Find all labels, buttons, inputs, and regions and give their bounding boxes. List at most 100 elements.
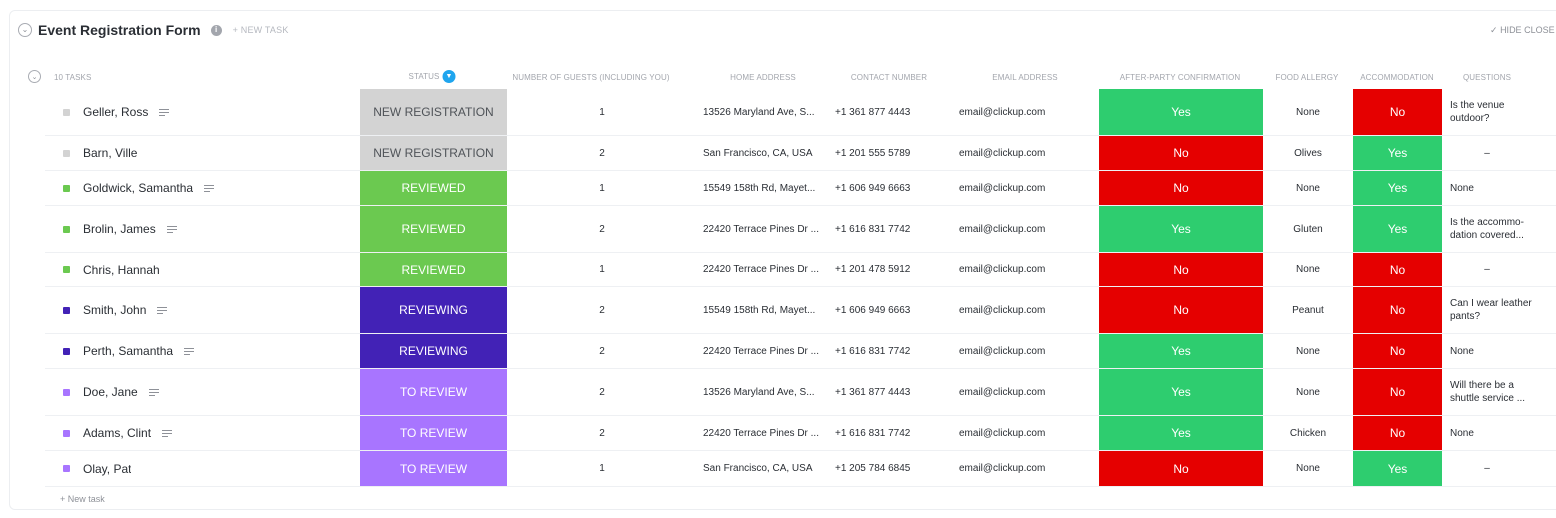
column-header-accommodation[interactable]: ACCOMMODATION xyxy=(1360,73,1434,82)
task-name[interactable]: Doe, Jane xyxy=(83,369,138,415)
task-name-cell[interactable]: Brolin, James xyxy=(45,206,345,252)
email-cell[interactable]: email@clickup.com xyxy=(959,451,1079,486)
address-cell[interactable]: 13526 Maryland Ave, S... xyxy=(703,369,821,415)
description-icon[interactable] xyxy=(159,109,170,116)
status-square-icon[interactable] xyxy=(63,306,70,314)
task-name-cell[interactable]: Goldwick, Samantha xyxy=(45,171,345,205)
table-row[interactable]: Chris, Hannah REVIEWED 1 22420 Terrace Pine… xyxy=(45,253,1556,287)
afterparty-cell[interactable]: Yes xyxy=(1099,369,1263,415)
address-cell[interactable]: 15549 158th Rd, Mayet... xyxy=(703,287,821,333)
address-cell[interactable]: 22420 Terrace Pines Dr ... xyxy=(703,416,821,450)
status-square-icon[interactable] xyxy=(63,429,70,437)
allergy-cell[interactable]: Peanut xyxy=(1263,287,1353,333)
afterparty-cell[interactable]: Yes xyxy=(1099,206,1263,252)
task-name[interactable]: Adams, Clint xyxy=(83,416,151,450)
email-cell[interactable]: email@clickup.com xyxy=(959,334,1079,368)
accommodation-cell[interactable]: Yes xyxy=(1353,206,1442,252)
afterparty-cell[interactable]: Yes xyxy=(1099,416,1263,450)
questions-cell[interactable]: Can I wear leather pants? xyxy=(1450,287,1540,333)
allergy-cell[interactable]: None xyxy=(1263,369,1353,415)
questions-cell[interactable]: – xyxy=(1442,253,1532,286)
allergy-cell[interactable]: Chicken xyxy=(1263,416,1353,450)
table-row[interactable]: Geller, Ross NEW REGISTRATION 1 13526 Maryl… xyxy=(45,89,1556,136)
table-row[interactable]: Doe, Jane TO REVIEW 2 13526 Maryland Ave, S… xyxy=(45,369,1556,416)
guests-cell[interactable]: 1 xyxy=(507,89,697,135)
allergy-cell[interactable]: None xyxy=(1263,334,1353,368)
afterparty-cell[interactable]: No xyxy=(1099,171,1263,205)
description-icon[interactable] xyxy=(184,348,195,355)
column-header-questions[interactable]: QUESTIONS xyxy=(1463,73,1511,82)
accommodation-cell[interactable]: No xyxy=(1353,253,1442,286)
task-name-cell[interactable]: Perth, Samantha xyxy=(45,334,345,368)
email-cell[interactable]: email@clickup.com xyxy=(959,171,1079,205)
task-name[interactable]: Geller, Ross xyxy=(83,89,148,135)
task-name[interactable]: Perth, Samantha xyxy=(83,334,173,368)
table-row[interactable]: Olay, Pat TO REVIEW 1 San Francisco, CA, US… xyxy=(45,451,1556,487)
status-square-icon[interactable] xyxy=(63,266,70,273)
email-cell[interactable]: email@clickup.com xyxy=(959,206,1079,252)
questions-cell[interactable]: Is the venue outdoor? xyxy=(1450,89,1540,135)
questions-cell[interactable]: None xyxy=(1450,171,1540,205)
status-square-icon[interactable] xyxy=(63,347,70,355)
address-cell[interactable]: 15549 158th Rd, Mayet... xyxy=(703,171,821,205)
task-name[interactable]: Chris, Hannah xyxy=(83,253,160,286)
contact-cell[interactable]: +1 361 877 4443 xyxy=(835,89,925,135)
column-header-address[interactable]: HOME ADDRESS xyxy=(730,73,796,82)
afterparty-cell[interactable]: Yes xyxy=(1099,89,1263,135)
questions-cell[interactable]: – xyxy=(1442,451,1532,486)
status-pill[interactable]: REVIEWING xyxy=(360,287,507,333)
task-name-cell[interactable]: Barn, Ville xyxy=(45,136,345,170)
allergy-cell[interactable]: None xyxy=(1263,451,1353,486)
address-cell[interactable]: San Francisco, CA, USA xyxy=(703,136,821,170)
contact-cell[interactable]: +1 205 784 6845 xyxy=(835,451,925,486)
guests-cell[interactable]: 2 xyxy=(507,416,697,450)
contact-cell[interactable]: +1 361 877 4443 xyxy=(835,369,925,415)
allergy-cell[interactable]: None xyxy=(1263,89,1353,135)
collapse-group-icon[interactable]: ⌄ xyxy=(28,70,41,83)
description-icon[interactable] xyxy=(157,307,168,314)
status-square-icon[interactable] xyxy=(63,149,70,157)
status-square-icon[interactable] xyxy=(63,225,70,233)
task-name-cell[interactable]: Geller, Ross xyxy=(45,89,345,135)
description-icon[interactable] xyxy=(166,226,177,233)
email-cell[interactable]: email@clickup.com xyxy=(959,287,1079,333)
contact-cell[interactable]: +1 616 831 7742 xyxy=(835,416,925,450)
table-row[interactable]: Goldwick, Samantha REVIEWED 1 15549 158th R… xyxy=(45,171,1556,206)
task-name-cell[interactable]: Doe, Jane xyxy=(45,369,345,415)
contact-cell[interactable]: +1 606 949 6663 xyxy=(835,287,925,333)
guests-cell[interactable]: 2 xyxy=(507,369,697,415)
address-cell[interactable]: 22420 Terrace Pines Dr ... xyxy=(703,253,821,286)
accommodation-cell[interactable]: No xyxy=(1353,416,1442,450)
status-square-icon[interactable] xyxy=(63,184,70,192)
accommodation-cell[interactable]: No xyxy=(1353,334,1442,368)
allergy-cell[interactable]: None xyxy=(1263,253,1353,286)
allergy-cell[interactable]: Gluten xyxy=(1263,206,1353,252)
contact-cell[interactable]: +1 606 949 6663 xyxy=(835,171,925,205)
table-row[interactable]: Perth, Samantha REVIEWING 2 22420 Terrace P… xyxy=(45,334,1556,369)
status-square-icon[interactable] xyxy=(63,388,70,396)
table-row[interactable]: Smith, John REVIEWING 2 15549 158th Rd, May… xyxy=(45,287,1556,334)
allergy-cell[interactable]: Olives xyxy=(1263,136,1353,170)
guests-cell[interactable]: 1 xyxy=(507,253,697,286)
sort-icon[interactable]: ▼ xyxy=(442,70,456,83)
accommodation-cell[interactable]: Yes xyxy=(1353,451,1442,486)
contact-cell[interactable]: +1 616 831 7742 xyxy=(835,206,925,252)
address-cell[interactable]: 22420 Terrace Pines Dr ... xyxy=(703,206,821,252)
task-name[interactable]: Barn, Ville xyxy=(83,136,137,170)
column-header-status[interactable]: STATUS ▼ xyxy=(409,70,456,83)
guests-cell[interactable]: 1 xyxy=(507,171,697,205)
task-name-cell[interactable]: Chris, Hannah xyxy=(45,253,345,286)
description-icon[interactable] xyxy=(162,430,173,437)
accommodation-cell[interactable]: Yes xyxy=(1353,171,1442,205)
status-pill[interactable]: REVIEWING xyxy=(360,334,507,368)
questions-cell[interactable]: None xyxy=(1450,416,1540,450)
task-name[interactable]: Brolin, James xyxy=(83,206,156,252)
afterparty-cell[interactable]: No xyxy=(1099,136,1263,170)
guests-cell[interactable]: 2 xyxy=(507,206,697,252)
email-cell[interactable]: email@clickup.com xyxy=(959,369,1079,415)
accommodation-cell[interactable]: No xyxy=(1353,369,1442,415)
accommodation-cell[interactable]: No xyxy=(1353,287,1442,333)
questions-cell[interactable]: – xyxy=(1442,136,1532,170)
afterparty-cell[interactable]: No xyxy=(1099,287,1263,333)
collapse-list-icon[interactable]: ⌄ xyxy=(18,23,32,37)
